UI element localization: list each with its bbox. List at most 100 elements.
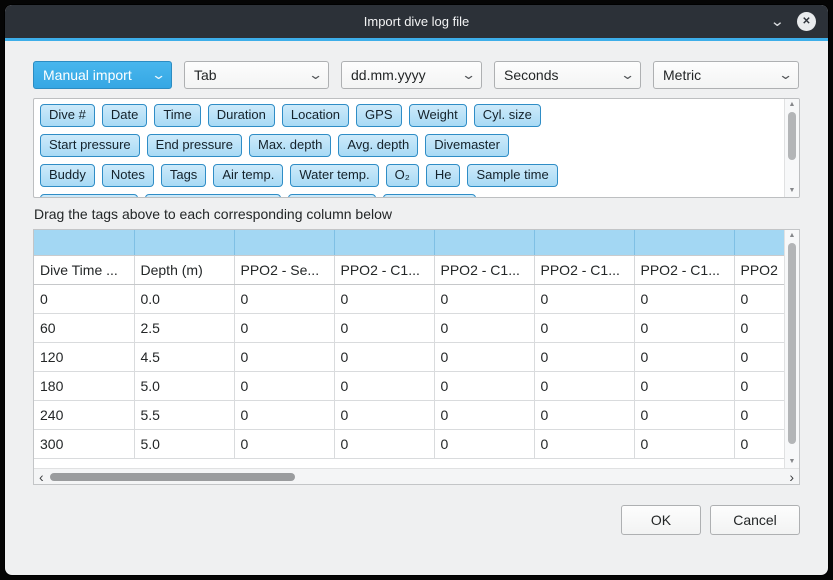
draggable-tag-sample-po[interactable]: Sample pO₂ bbox=[288, 194, 376, 197]
drop-target-row bbox=[34, 230, 784, 255]
titlebar[interactable]: Import dive log file ⌄ ✕ bbox=[5, 5, 828, 38]
table-cell: 0 bbox=[734, 342, 784, 371]
table-row: 602.5000000 bbox=[34, 313, 784, 342]
scrollbar-thumb[interactable] bbox=[788, 243, 796, 444]
titlebar-buttons: ⌄ ✕ bbox=[771, 12, 816, 31]
draggable-tag-max-depth[interactable]: Max. depth bbox=[249, 134, 331, 157]
draggable-tag-air-temp[interactable]: Air temp. bbox=[213, 164, 283, 187]
table-cell: 0 bbox=[634, 342, 734, 371]
ok-button[interactable]: OK bbox=[621, 505, 701, 535]
tag-area: Dive # Date Time Duration Location GPS Weight C… bbox=[34, 99, 784, 197]
import-options-row: Manual import ⌄ Tab ⌄ dd.mm.yyyy ⌄ Secon… bbox=[33, 61, 800, 89]
column-drop-target[interactable] bbox=[434, 230, 534, 255]
scrollbar-thumb[interactable] bbox=[788, 112, 796, 160]
table-cell: 0 bbox=[734, 429, 784, 458]
column-header: PPO2 - C1... bbox=[534, 255, 634, 284]
scroll-down-icon[interactable]: ▼ bbox=[785, 457, 799, 467]
import-dive-log-dialog: Import dive log file ⌄ ✕ Manual import ⌄… bbox=[5, 5, 828, 575]
draggable-tag-notes[interactable]: Notes bbox=[102, 164, 154, 187]
table-cell: 0 bbox=[634, 429, 734, 458]
column-header: PPO2 bbox=[734, 255, 784, 284]
tag-row: Dive # Date Time Duration Location GPS Weight C… bbox=[40, 104, 778, 127]
scroll-right-icon[interactable]: › bbox=[789, 470, 794, 484]
draggable-tag-sample-time[interactable]: Sample time bbox=[467, 164, 557, 187]
table-cell: 0 bbox=[534, 284, 634, 313]
draggable-tag-he[interactable]: He bbox=[426, 164, 461, 187]
table-cell: 0 bbox=[534, 429, 634, 458]
table-cell: 0 bbox=[234, 400, 334, 429]
draggable-tag-divemaster[interactable]: Divemaster bbox=[425, 134, 509, 157]
draggable-tag-time[interactable]: Time bbox=[154, 104, 200, 127]
draggable-tag-weight[interactable]: Weight bbox=[409, 104, 467, 127]
column-drop-target[interactable] bbox=[634, 230, 734, 255]
column-drop-target[interactable] bbox=[334, 230, 434, 255]
table-cell: 180 bbox=[34, 371, 134, 400]
draggable-tag-date[interactable]: Date bbox=[102, 104, 147, 127]
table-cell: 0 bbox=[234, 342, 334, 371]
close-button[interactable]: ✕ bbox=[797, 12, 816, 31]
table-hscrollbar[interactable]: ‹ › bbox=[34, 468, 799, 484]
import-type-combo[interactable]: Manual import ⌄ bbox=[33, 61, 172, 89]
tag-row: Sample depth Sample temperature Sample pO₂… bbox=[40, 194, 778, 197]
draggable-tag-duration[interactable]: Duration bbox=[208, 104, 275, 127]
draggable-tag-cyl-size[interactable]: Cyl. size bbox=[474, 104, 541, 127]
chevron-down-icon[interactable]: ⌄ bbox=[770, 14, 785, 29]
column-header: PPO2 - C1... bbox=[434, 255, 534, 284]
scroll-up-icon[interactable]: ▲ bbox=[785, 100, 799, 110]
table-cell: 0 bbox=[34, 284, 134, 313]
column-drop-target[interactable] bbox=[34, 230, 134, 255]
draggable-tag-end-pressure[interactable]: End pressure bbox=[147, 134, 242, 157]
draggable-tag-sample-cns[interactable]: Sample CNS bbox=[383, 194, 476, 197]
column-drop-target[interactable] bbox=[734, 230, 784, 255]
chevron-down-icon: ⌄ bbox=[612, 67, 636, 83]
table-row: 1805.0000000 bbox=[34, 371, 784, 400]
window-title: Import dive log file bbox=[5, 14, 828, 29]
table-cell: 0 bbox=[634, 284, 734, 313]
table-cell: 5.5 bbox=[134, 400, 234, 429]
duration-format-combo[interactable]: Seconds ⌄ bbox=[494, 61, 641, 89]
column-drop-target[interactable] bbox=[534, 230, 634, 255]
table-cell: 0 bbox=[534, 371, 634, 400]
table-body: 00.0000000602.50000001204.50000001805.00… bbox=[34, 284, 784, 458]
column-drop-target[interactable] bbox=[234, 230, 334, 255]
draggable-tag-tags[interactable]: Tags bbox=[161, 164, 206, 187]
draggable-tag-dive[interactable]: Dive # bbox=[40, 104, 95, 127]
tag-scrollbar[interactable]: ▲ ▼ bbox=[784, 99, 799, 197]
table-cell: 0 bbox=[734, 371, 784, 400]
column-header: PPO2 - C1... bbox=[634, 255, 734, 284]
scroll-up-icon[interactable]: ▲ bbox=[785, 231, 799, 241]
draggable-tag-avg-depth[interactable]: Avg. depth bbox=[338, 134, 418, 157]
chevron-down-icon: ⌄ bbox=[143, 67, 167, 83]
table-cell: 0 bbox=[334, 429, 434, 458]
header-row: Dive Time ...Depth (m)PPO2 - Se...PPO2 -… bbox=[34, 255, 784, 284]
draggable-tag-gps[interactable]: GPS bbox=[356, 104, 401, 127]
draggable-tag-sample-temperature[interactable]: Sample temperature bbox=[145, 194, 281, 197]
table-cell: 60 bbox=[34, 313, 134, 342]
combo-value: Tab bbox=[194, 67, 217, 83]
scroll-left-icon[interactable]: ‹ bbox=[39, 470, 44, 484]
draggable-tag-o[interactable]: O₂ bbox=[386, 164, 419, 187]
tag-row: Start pressure End pressure Max. depth Avg.… bbox=[40, 134, 778, 157]
date-format-combo[interactable]: dd.mm.yyyy ⌄ bbox=[341, 61, 482, 89]
scroll-down-icon[interactable]: ▼ bbox=[785, 186, 799, 196]
draggable-tag-buddy[interactable]: Buddy bbox=[40, 164, 95, 187]
table-cell: 0 bbox=[234, 371, 334, 400]
table-cell: 4.5 bbox=[134, 342, 234, 371]
draggable-tag-sample-depth[interactable]: Sample depth bbox=[40, 194, 138, 197]
table-cell: 120 bbox=[34, 342, 134, 371]
table-cell: 0 bbox=[334, 313, 434, 342]
field-separator-combo[interactable]: Tab ⌄ bbox=[184, 61, 329, 89]
units-combo[interactable]: Metric ⌄ bbox=[653, 61, 799, 89]
combo-value: dd.mm.yyyy bbox=[351, 67, 426, 83]
chevron-down-icon: ⌄ bbox=[300, 67, 324, 83]
draggable-tag-water-temp[interactable]: Water temp. bbox=[290, 164, 378, 187]
draggable-tag-start-pressure[interactable]: Start pressure bbox=[40, 134, 140, 157]
hscroll-track[interactable] bbox=[47, 469, 787, 485]
table-cell: 0 bbox=[234, 429, 334, 458]
combo-value: Seconds bbox=[504, 67, 558, 83]
table-vscrollbar[interactable]: ▲ ▼ bbox=[784, 230, 799, 468]
hscroll-thumb[interactable] bbox=[50, 473, 295, 481]
column-drop-target[interactable] bbox=[134, 230, 234, 255]
draggable-tag-location[interactable]: Location bbox=[282, 104, 349, 127]
cancel-button[interactable]: Cancel bbox=[710, 505, 800, 535]
